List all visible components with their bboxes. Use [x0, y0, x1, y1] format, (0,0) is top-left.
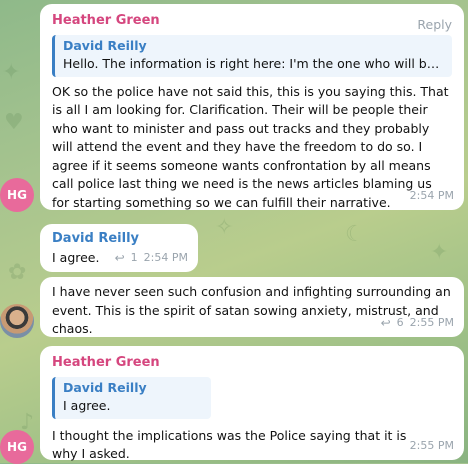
message-meta: ↩ 6 2:55 PM — [381, 314, 454, 333]
bg-doodle-icon: ✦ — [430, 240, 449, 265]
message-text: I thought the implications was the Polic… — [52, 427, 407, 462]
reply-arrow-icon[interactable]: ↩ — [381, 314, 391, 333]
message-bubble[interactable]: Heather Green Reply David Reilly Hello. … — [40, 4, 464, 210]
quoted-text: I agree. — [63, 398, 111, 413]
reply-arrow-icon[interactable]: ↩ — [115, 249, 125, 268]
sender-name[interactable]: Heather Green — [52, 12, 452, 31]
bg-doodle-icon: ✿ — [8, 260, 27, 285]
message-meta: ↩ 1 2:54 PM — [115, 249, 188, 268]
message-time: 2:55 PM — [409, 438, 454, 452]
avatar[interactable]: HG — [0, 430, 34, 464]
reply-button[interactable]: Reply — [417, 16, 452, 35]
quoted-message[interactable]: David Reilly I agree. — [52, 376, 211, 419]
bg-doodle-icon: ✦ — [2, 60, 21, 85]
message-bubble[interactable]: Heather Green David Reilly I agree. I th… — [40, 346, 464, 461]
bg-doodle-icon: ✧ — [215, 215, 234, 240]
message-time: 2:54 PM — [143, 250, 188, 264]
avatar[interactable] — [0, 304, 34, 338]
quoted-message[interactable]: David Reilly Hello. The information is r… — [52, 34, 452, 77]
quoted-sender: David Reilly — [63, 379, 147, 395]
bg-doodle-icon: ♥ — [4, 110, 24, 135]
sender-name[interactable]: Heather Green — [52, 354, 452, 373]
message-text: OK so the police have not said this, thi… — [52, 83, 449, 210]
message-time: 2:55 PM — [409, 315, 454, 329]
quoted-text: Hello. The information is right here: I'… — [63, 56, 444, 71]
message-bubble[interactable]: I have never seen such confusion and inf… — [40, 277, 464, 337]
message-time: 2:54 PM — [409, 188, 454, 202]
message-meta: 2:54 PM — [410, 187, 454, 206]
sender-name[interactable]: David Reilly — [52, 230, 186, 249]
quoted-sender: David Reilly — [63, 37, 147, 53]
reply-count[interactable]: 6 — [397, 314, 404, 333]
bg-doodle-icon: ☾ — [345, 222, 365, 247]
message-meta: 2:55 PM — [410, 437, 454, 456]
avatar[interactable]: HG — [0, 178, 34, 212]
message-bubble[interactable]: David Reilly I agree. ↩ 1 2:54 PM — [40, 224, 198, 272]
reply-count[interactable]: 1 — [131, 249, 138, 268]
